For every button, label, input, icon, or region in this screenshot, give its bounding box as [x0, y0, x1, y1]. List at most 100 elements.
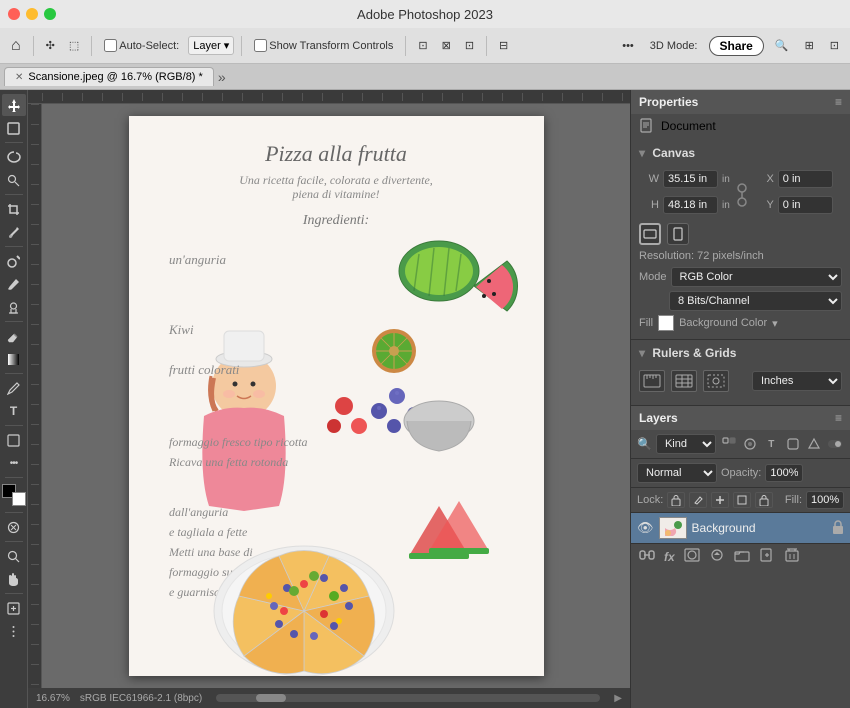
new-group-button[interactable]	[732, 548, 752, 565]
color-swatches[interactable]	[2, 484, 26, 506]
rulers-grids-header[interactable]: ▾ Rulers & Grids	[631, 340, 850, 366]
lock-move-btn[interactable]	[711, 492, 729, 508]
edit-toolbar-button[interactable]	[2, 597, 26, 619]
shape-tool[interactable]	[2, 429, 26, 451]
more-button[interactable]: •••	[617, 38, 639, 54]
maximize-button[interactable]	[44, 8, 56, 20]
link-layers-button[interactable]	[637, 548, 657, 565]
bits-select[interactable]: 8 Bits/Channel 16 Bits/Channel 32 Bits/C…	[669, 291, 842, 311]
color-mode-select[interactable]: RGB Color CMYK Color Grayscale	[671, 267, 842, 287]
fill-dropdown-arrow[interactable]: ▾	[772, 317, 778, 330]
layer-lock-icon	[832, 520, 844, 537]
home-button[interactable]: ⌂	[6, 35, 26, 57]
layer-dropdown[interactable]: Layer ▾	[188, 36, 234, 55]
zoom-tool[interactable]	[2, 545, 26, 567]
filter-smart-btn[interactable]	[805, 435, 822, 453]
snap-icon-btn[interactable]	[703, 370, 729, 392]
height-input[interactable]	[663, 196, 718, 214]
lasso-tool[interactable]	[2, 146, 26, 168]
lock-pixels-icon	[671, 495, 681, 506]
expand-button[interactable]: ⊡	[825, 37, 844, 54]
expand-panels-button[interactable]: »	[218, 69, 226, 85]
lock-all-btn[interactable]	[755, 492, 773, 508]
filter-type-btn[interactable]: T	[763, 435, 780, 453]
tab-close-button[interactable]: ✕	[15, 72, 23, 83]
y-input[interactable]	[778, 196, 833, 214]
scroll-thumb[interactable]	[256, 694, 286, 702]
move-tool-button[interactable]: ✣	[41, 37, 60, 54]
marquee-tool-button[interactable]: ⬚	[64, 37, 84, 54]
layers-menu-icon[interactable]: ≡	[835, 411, 842, 425]
adjustments-button[interactable]	[707, 548, 727, 565]
filter-shape-btn[interactable]	[784, 435, 801, 453]
svg-text:formaggio fresco tipo ricotta: formaggio fresco tipo ricotta	[169, 435, 308, 449]
canvas-document[interactable]: Pizza alla frutta Una ricetta facile, co…	[129, 116, 544, 676]
pen-tool[interactable]	[2, 377, 26, 399]
eraser-tool[interactable]	[2, 325, 26, 347]
align-right-button[interactable]: ⊡	[460, 37, 479, 54]
svg-text:dall'anguria: dall'anguria	[169, 505, 228, 519]
align-left-button[interactable]: ⊡	[413, 37, 432, 54]
fx-button[interactable]: fx	[662, 550, 677, 564]
eyedropper-tool[interactable]	[2, 221, 26, 243]
extra-tools[interactable]: •••	[2, 452, 26, 474]
blend-mode-select[interactable]: Normal Multiply Screen Overlay	[637, 463, 717, 483]
move-tool[interactable]	[2, 94, 26, 116]
auto-select-checkbox[interactable]	[104, 39, 117, 52]
arrow-right-icon[interactable]: ▶	[614, 693, 622, 704]
align-center-button[interactable]: ⊠	[437, 37, 456, 54]
filter-adjust-btn[interactable]	[741, 435, 758, 453]
mask-mode-button[interactable]	[2, 516, 26, 538]
close-button[interactable]	[8, 8, 20, 20]
units-select[interactable]: Inches Pixels Centimeters Millimeters Po…	[752, 371, 842, 391]
fill-input[interactable]	[806, 491, 844, 509]
horizontal-scrollbar[interactable]	[216, 694, 600, 702]
lock-draw-btn[interactable]	[689, 492, 707, 508]
kind-select[interactable]: Kind Name Effect	[656, 434, 716, 454]
landscape-icon-btn[interactable]	[639, 223, 661, 245]
width-input[interactable]	[663, 170, 718, 188]
crop-tool[interactable]	[2, 198, 26, 220]
minimize-button[interactable]	[26, 8, 38, 20]
text-tool[interactable]: T	[2, 400, 26, 422]
tool-separator-7	[5, 477, 23, 478]
grid-icon-btn[interactable]	[671, 370, 697, 392]
toggle-switch[interactable]	[828, 440, 842, 448]
share-button[interactable]: Share	[709, 36, 764, 56]
transform-checkbox[interactable]	[254, 39, 267, 52]
document-tab-item[interactable]: Document	[631, 114, 850, 140]
ruler-icon-btn[interactable]	[639, 370, 665, 392]
layer-background[interactable]: 👁 Background	[631, 513, 850, 543]
quick-select-tool[interactable]	[2, 169, 26, 191]
brush-tool[interactable]	[2, 273, 26, 295]
titlebar: Adobe Photoshop 2023	[0, 0, 850, 28]
canvas-section-header[interactable]: ▾ Canvas	[631, 140, 850, 166]
gradient-tool[interactable]	[2, 348, 26, 370]
spot-heal-tool[interactable]	[2, 250, 26, 272]
text-icon: T	[10, 404, 17, 418]
add-mask-button[interactable]	[682, 548, 702, 565]
fill-color-swatch[interactable]	[658, 315, 674, 331]
panel-menu-icon[interactable]: ≡	[835, 95, 842, 109]
selection-tool[interactable]	[2, 117, 26, 139]
hand-tool[interactable]	[2, 568, 26, 590]
kind-filter: Kind Name Effect	[656, 434, 716, 454]
delete-layer-button[interactable]	[782, 548, 802, 565]
document-tab[interactable]: ✕ Scansione.jpeg @ 16.7% (RGB/8) *	[4, 67, 214, 86]
layout-button[interactable]: ⊞	[800, 37, 819, 54]
stamp-tool[interactable]	[2, 296, 26, 318]
distribute-button[interactable]: ⊟	[494, 37, 513, 54]
new-layer-button[interactable]	[757, 548, 777, 565]
portrait-icon-btn[interactable]	[667, 223, 689, 245]
lock-pixels-btn[interactable]	[667, 492, 685, 508]
background-color[interactable]	[12, 492, 26, 506]
filter-pixel-btn[interactable]	[720, 435, 737, 453]
x-input[interactable]	[778, 170, 833, 188]
layer-visibility-eye[interactable]: 👁	[637, 520, 654, 536]
three-dots-tool[interactable]	[2, 620, 26, 642]
link-chain	[735, 180, 749, 210]
filter-toggle[interactable]	[827, 435, 844, 453]
opacity-input[interactable]	[765, 464, 803, 482]
search-button[interactable]: 🔍	[770, 37, 794, 54]
lock-artboard-btn[interactable]	[733, 492, 751, 508]
